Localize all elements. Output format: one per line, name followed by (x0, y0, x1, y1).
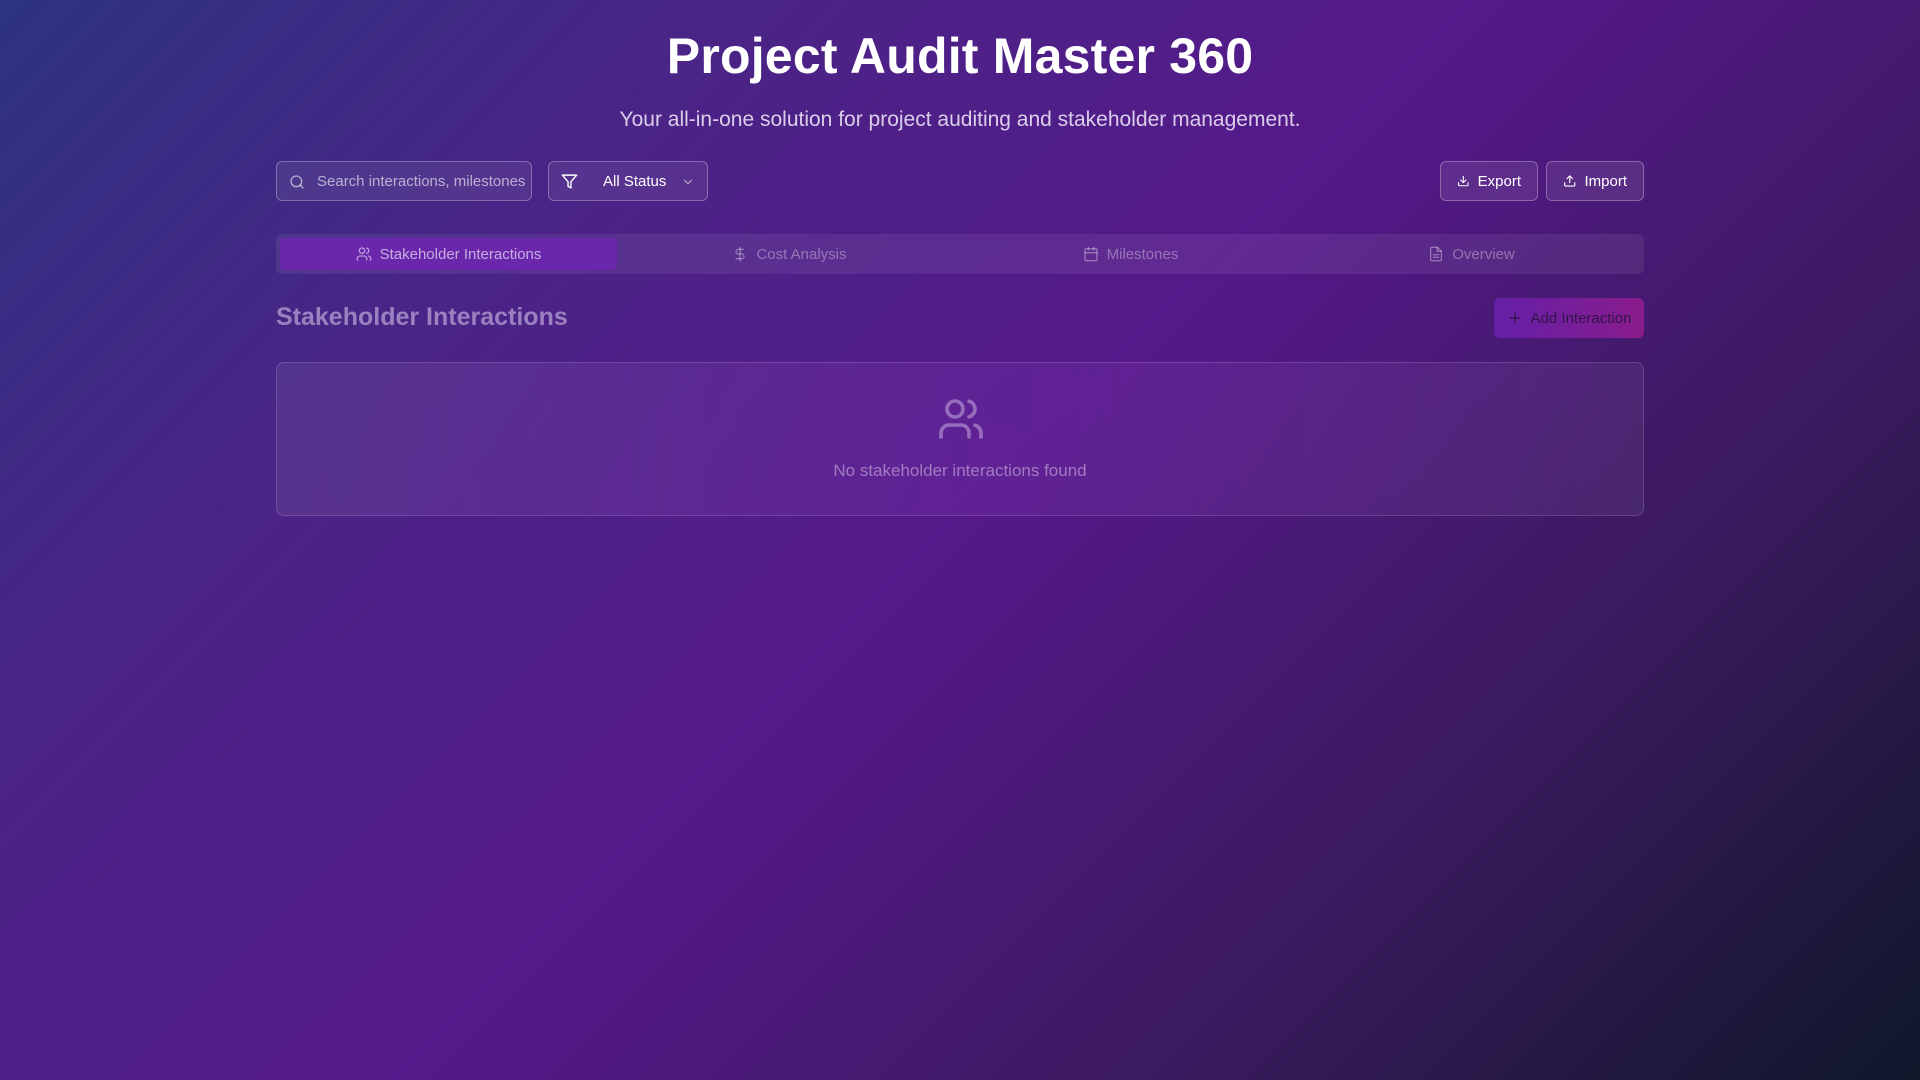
add-interaction-button[interactable]: Add Interaction (1494, 298, 1644, 338)
empty-state-message: No stakeholder interactions found (833, 461, 1087, 480)
tab-overview[interactable]: Overview (1303, 238, 1640, 270)
tab-label: Milestones (1106, 245, 1179, 263)
tab-bar: Stakeholder Interactions Cost Analysis M… (276, 234, 1644, 274)
tab-stakeholder-interactions[interactable]: Stakeholder Interactions (280, 238, 617, 270)
empty-state-card: No stakeholder interactions found (276, 362, 1644, 516)
calendar-icon (1083, 246, 1098, 262)
tab-label: Stakeholder Interactions (379, 245, 542, 263)
download-icon (1458, 175, 1469, 187)
upload-icon (1564, 175, 1576, 187)
search-icon (290, 175, 304, 189)
tab-label: Cost Analysis (756, 245, 847, 263)
export-button[interactable]: Export (1440, 161, 1538, 201)
section-header: Stakeholder Interactions Add Interaction (276, 298, 1644, 338)
tab-cost-analysis[interactable]: Cost Analysis (621, 238, 958, 270)
page-subtitle: Your all-in-one solution for project aud… (619, 108, 1301, 131)
page-header: Project Audit Master 360 Your all-in-one… (276, 0, 1644, 134)
users-icon (939, 399, 983, 439)
toolbar: All Status Export Import (276, 161, 1644, 201)
import-label: Import (1584, 172, 1627, 190)
users-icon (356, 247, 371, 261)
dollar-icon (735, 246, 746, 262)
add-interaction-label: Add Interaction (1530, 309, 1632, 327)
tab-label: Overview (1452, 245, 1515, 263)
status-filter-select[interactable]: All Status (548, 161, 708, 201)
import-button[interactable]: Import (1546, 161, 1644, 201)
search-input[interactable] (317, 162, 525, 200)
chevron-down-icon (683, 179, 693, 185)
section-title: Stakeholder Interactions (276, 303, 568, 331)
plus-icon (1509, 312, 1520, 324)
export-label: Export (1477, 172, 1521, 190)
status-filter-value: All Status (603, 173, 667, 190)
filter-icon (561, 174, 578, 189)
page-title: Project Audit Master 360 (666, 28, 1254, 84)
search-box (276, 161, 532, 201)
app-container: Project Audit Master 360 Your all-in-one… (276, 0, 1644, 516)
tab-milestones[interactable]: Milestones (962, 238, 1299, 270)
document-icon (1430, 246, 1443, 262)
